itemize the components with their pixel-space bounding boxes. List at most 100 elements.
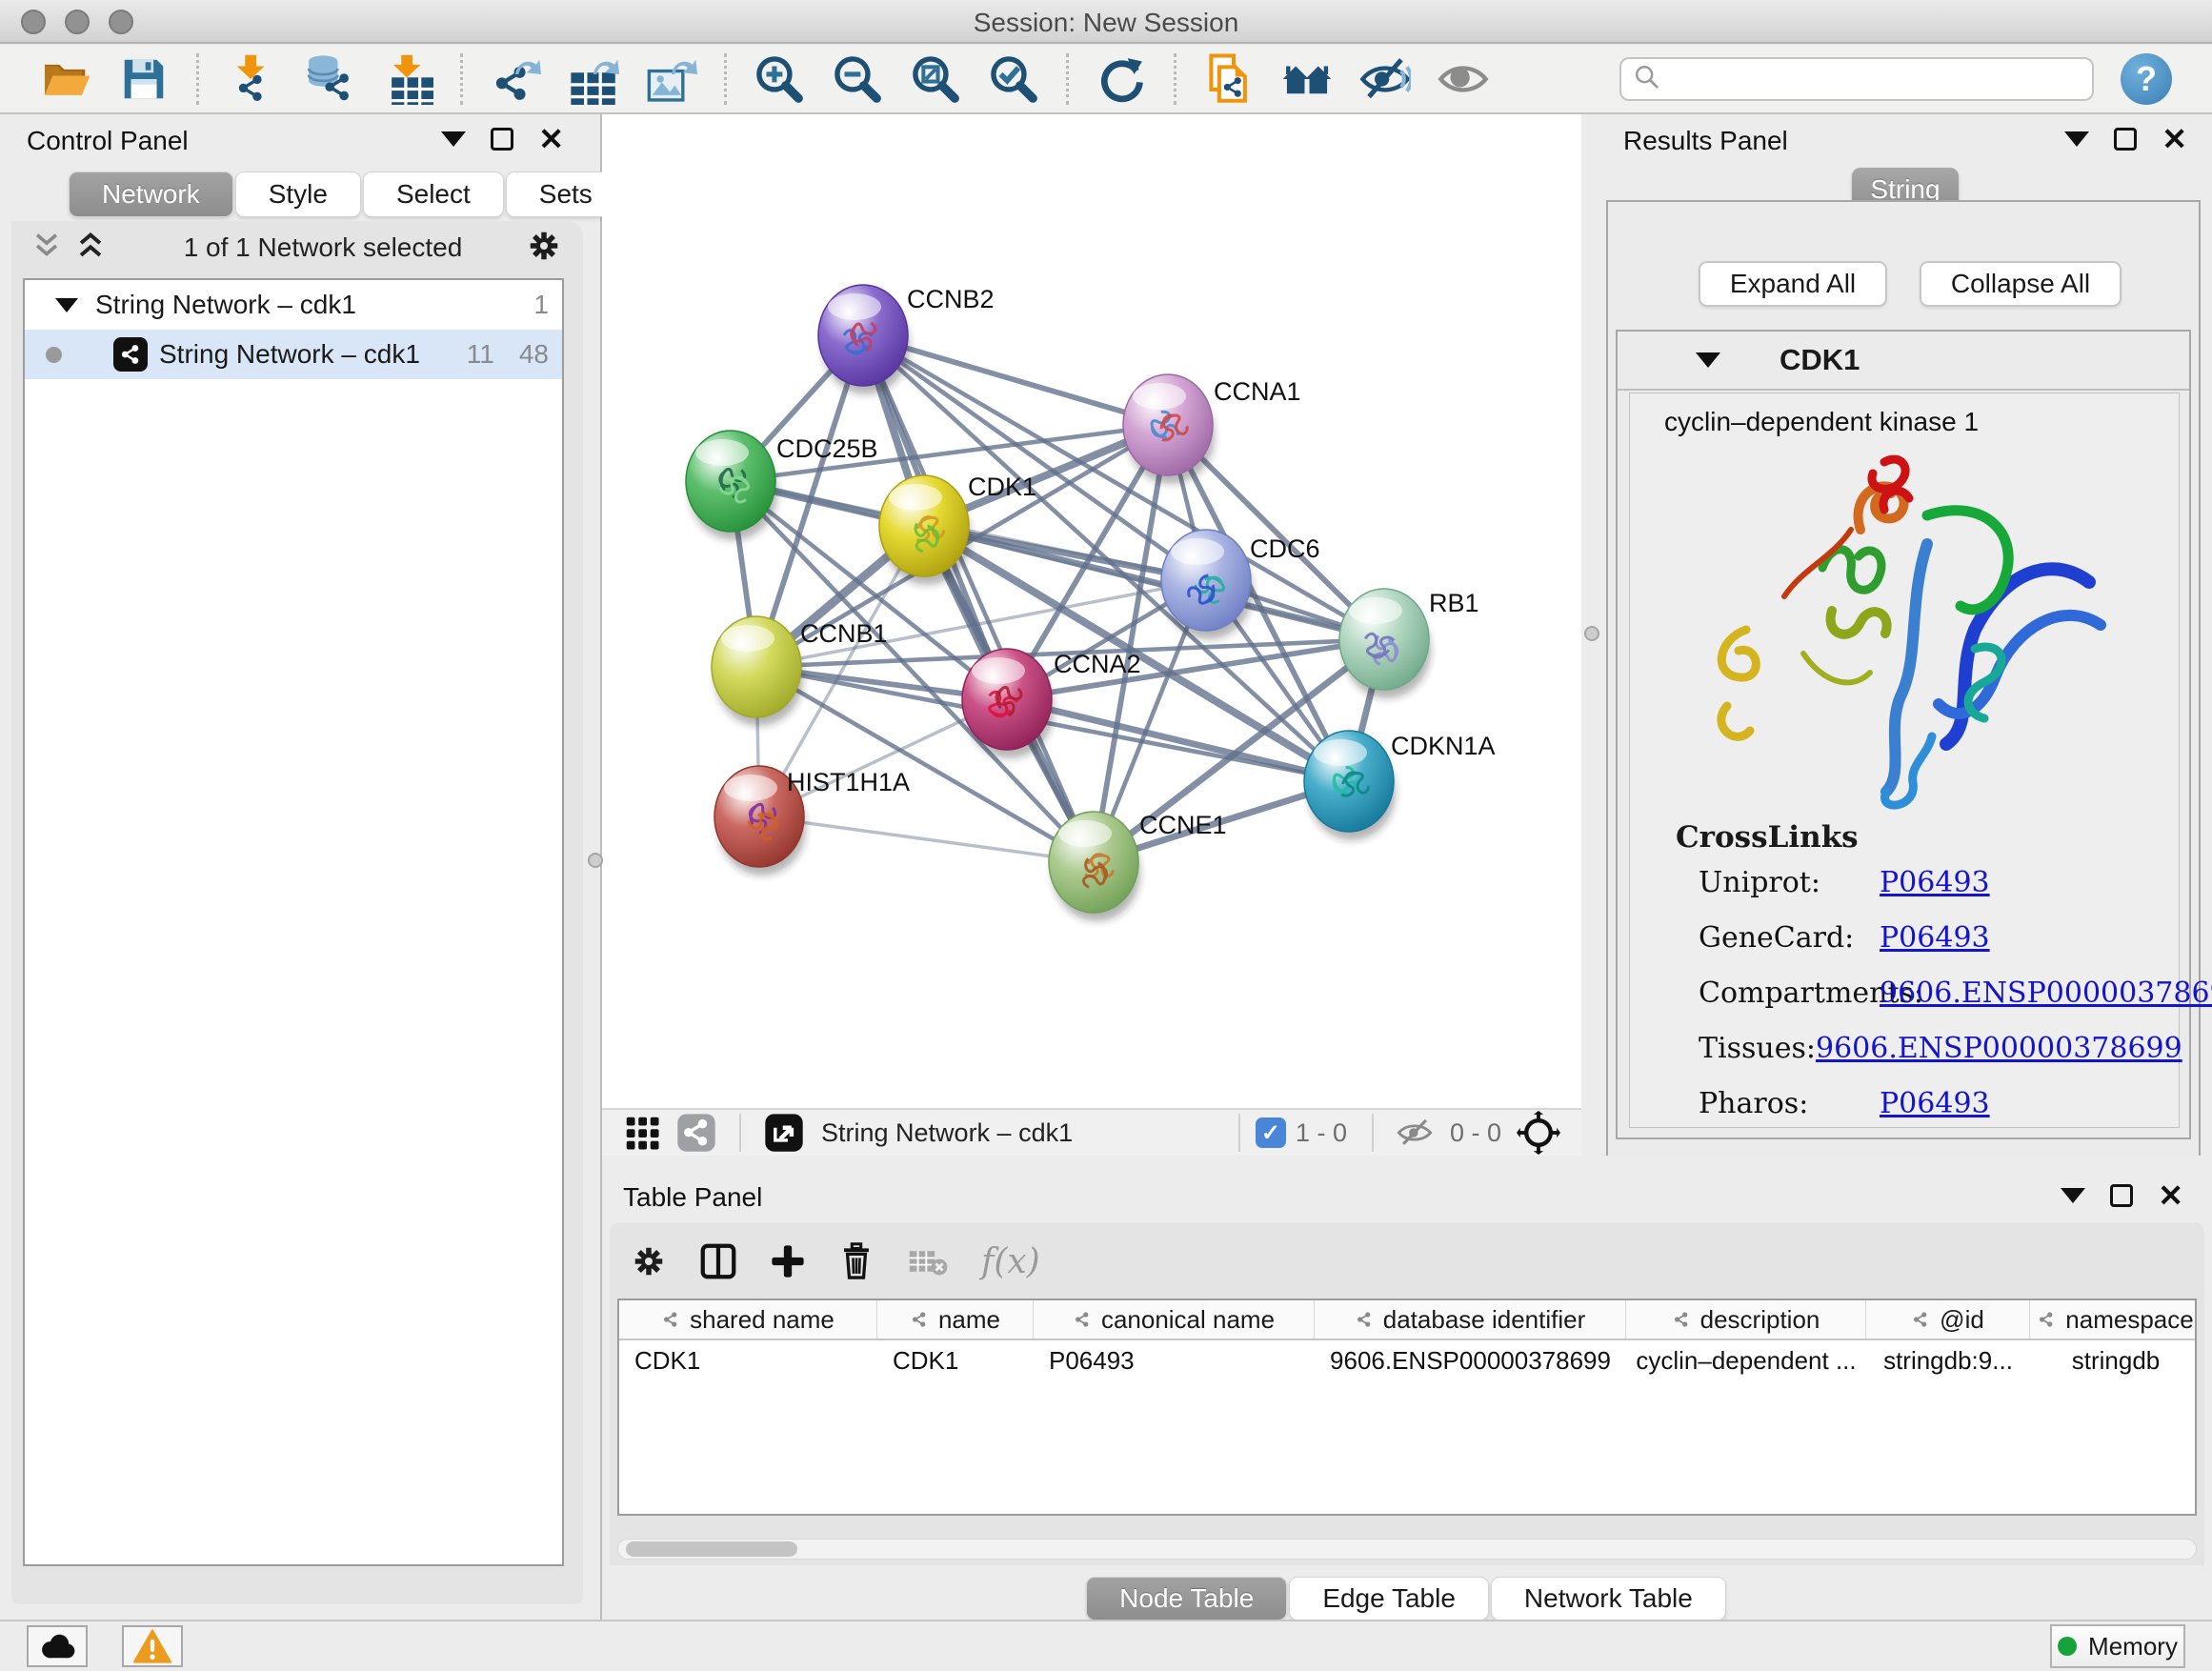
help-button[interactable]: ? [2121,53,2172,105]
close-panel-icon[interactable]: ✕ [538,128,564,151]
open-icon[interactable] [36,51,95,107]
hide-panel-icon[interactable] [1356,51,1415,107]
right-splitter-handle[interactable] [1584,626,1599,641]
column-header-shared-name[interactable]: shared name [619,1300,877,1339]
node-CCNB1[interactable] [712,616,803,726]
memory-button[interactable]: Memory [2050,1624,2185,1668]
crosslink-label: GeneCard: [1699,921,1880,955]
float-panel-icon[interactable] [491,128,513,151]
left-splitter-handle[interactable] [588,853,603,868]
export-image-icon[interactable] [642,51,701,107]
share-view-icon[interactable] [676,1113,716,1153]
panel-menu-icon[interactable] [441,131,466,147]
results-panel-title: Results Panel [1623,126,1788,156]
export-network-icon[interactable] [486,51,545,107]
column-header-database-identifier[interactable]: database identifier [1315,1300,1626,1339]
tab-node-table[interactable]: Node Table [1086,1577,1287,1621]
import-network-database-icon[interactable] [300,51,359,107]
column-header-description[interactable]: description [1626,1300,1866,1339]
cdk1-section-header[interactable]: CDK1 [1618,332,2189,391]
delete-column-icon[interactable] [838,1242,875,1280]
refresh-icon[interactable] [1092,51,1151,107]
crosslink-link[interactable]: P06493 [1880,921,1990,955]
table-cell[interactable]: stringdb:9... [1866,1340,2030,1380]
crosslink-link[interactable]: P06493 [1880,866,1990,899]
column-header-name[interactable]: name [877,1300,1034,1339]
node-CCNB2[interactable] [818,285,910,394]
toolbar-separator [724,53,727,105]
table-cell[interactable]: CDK1 [877,1340,1034,1380]
home-icon[interactable] [1277,51,1337,107]
crosslink-link[interactable]: P06493 [1880,1087,1990,1120]
search-input[interactable] [1661,65,2081,94]
results-panel: Results Panel ✕ String Expand All Collap… [1602,114,2212,1183]
node-CCNE1[interactable] [1049,812,1140,921]
show-panel-icon[interactable] [1434,51,1493,107]
network-row[interactable]: String Network – cdk1 11 48 [25,330,562,379]
tab-network[interactable]: Network [69,171,233,217]
export-table-icon[interactable] [564,51,623,107]
cloud-button[interactable] [27,1625,88,1667]
show-columns-icon[interactable] [699,1242,737,1280]
crosslink-link[interactable]: 9606.ENSP00000378699 [1880,976,2212,1010]
search-box[interactable] [1619,57,2094,101]
collapse-all-button[interactable]: Collapse All [1920,261,2122,307]
zoom-out-icon[interactable] [828,51,887,107]
table-cell[interactable]: P06493 [1034,1340,1315,1380]
import-table-icon[interactable] [378,51,437,107]
crosslinks-title: CrossLinks [1676,820,1859,855]
table-settings-gear-icon[interactable] [631,1243,667,1279]
tab-edge-table[interactable]: Edge Table [1289,1577,1489,1621]
table-cell[interactable]: stringdb [2030,1340,2197,1380]
network-collection-row[interactable]: String Network – cdk1 1 [25,280,562,330]
node-CCNA1[interactable] [1123,374,1215,484]
zoom-fit-icon[interactable] [906,51,965,107]
collapse-all-icon[interactable] [32,230,61,267]
warning-button[interactable] [122,1625,183,1667]
float-panel-icon[interactable] [2110,1184,2133,1207]
scrollbar-thumb[interactable] [626,1541,797,1557]
expand-all-icon[interactable] [76,230,105,267]
grid-view-icon[interactable] [623,1114,661,1152]
node-CDK1[interactable] [879,475,971,585]
collection-expand-icon[interactable] [55,298,78,312]
save-icon[interactable] [114,51,173,107]
network-graph[interactable]: CCNB2 CCNA1 CDC25B CDK1 CDC6 [602,114,1581,1108]
column-header-namespace[interactable]: namespace [2030,1300,2197,1339]
table-cell[interactable]: 9606.ENSP00000378699 [1315,1340,1626,1380]
duplicate-network-icon[interactable] [1199,51,1258,107]
table-cell[interactable]: CDK1 [619,1340,877,1380]
close-panel-icon[interactable]: ✕ [2158,1184,2183,1207]
column-header--id[interactable]: @id [1866,1300,2030,1339]
tab-style[interactable]: Style [235,171,361,217]
panel-menu-icon[interactable] [2064,131,2089,147]
expand-all-button[interactable]: Expand All [1699,261,1887,307]
import-network-icon[interactable] [222,51,281,107]
table-cell[interactable]: cyclin–dependent ... [1626,1340,1866,1380]
node-CDKN1A[interactable] [1304,731,1396,840]
network-canvas[interactable]: CCNB2 CCNA1 CDC25B CDK1 CDC6 [602,114,1581,1108]
horizontal-scrollbar[interactable] [617,1539,2197,1560]
column-header-canonical-name[interactable]: canonical name [1034,1300,1315,1339]
close-panel-icon[interactable]: ✕ [2162,128,2187,151]
edge[interactable] [759,816,1094,862]
tab-select[interactable]: Select [363,171,504,217]
selected-checkbox-icon[interactable]: ✓ [1256,1117,1286,1148]
network-options-gear-icon[interactable] [526,228,562,269]
node-RB1[interactable] [1339,589,1431,698]
node-CDC25B[interactable] [686,431,777,540]
crosslink-link[interactable]: 9606.ENSP00000378699 [1816,1032,2182,1065]
section-collapse-icon[interactable] [1696,352,1720,368]
birdseye-icon[interactable] [1517,1111,1560,1155]
zoom-in-icon[interactable] [750,51,809,107]
hidden-eye-icon[interactable] [1397,1117,1433,1149]
table-row[interactable]: CDK1CDK1P064939606.ENSP00000378699cyclin… [619,1340,2195,1380]
table-tabs: Node TableEdge TableNetwork Table [602,1577,2212,1621]
zoom-selected-icon[interactable] [984,51,1043,107]
detach-view-icon[interactable] [764,1113,804,1153]
float-panel-icon[interactable] [2114,128,2137,151]
tab-network-table[interactable]: Network Table [1491,1577,1726,1621]
add-column-icon[interactable] [770,1243,806,1279]
panel-menu-icon[interactable] [2061,1188,2085,1203]
node-CCNA2[interactable] [962,649,1054,758]
